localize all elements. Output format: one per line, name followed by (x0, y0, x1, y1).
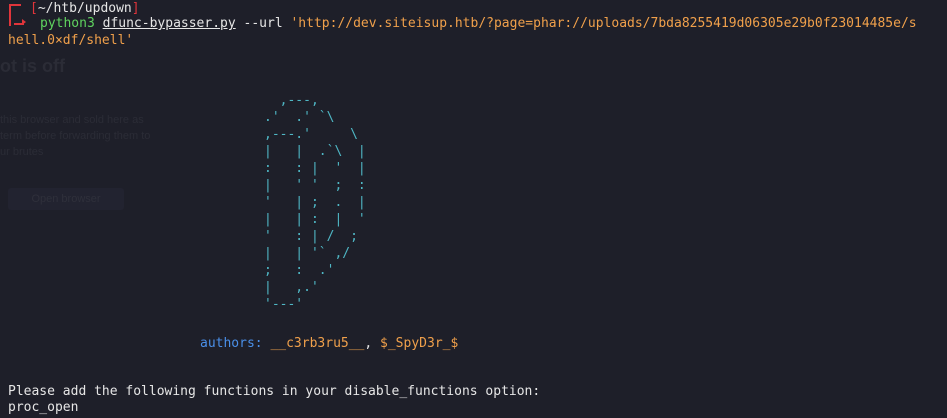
output-line-2: proc_open (8, 400, 79, 415)
author-two: $_SpyD3r_$ (380, 336, 459, 351)
author-one: __c3rb3ru5__ (270, 336, 365, 351)
prompt-path: ~/htb/updown (37, 1, 132, 16)
background-ghost-button: Open browser (8, 188, 124, 210)
ascii-art-logo: ,---, .' .' `\ ,---.' \ | | .`\ | : : | … (264, 93, 366, 312)
prompt-close-bracket: ] (131, 1, 140, 16)
prompt-arrow-icon (14, 17, 26, 25)
background-ghost-text: this browser and sold here as term before… (0, 114, 151, 158)
output-line-1: Please add the following functions in yo… (8, 384, 541, 399)
prompt-open-bracket: [ (30, 1, 38, 16)
command-line-wrap: hell.0×df/shell' (8, 32, 133, 49)
background-ghost-title: ot is off (0, 56, 65, 76)
command-script-file: dfunc-bypasser.py (102, 16, 236, 31)
authors-label: authors: (200, 336, 263, 351)
command-url-argument: 'http://dev.siteisup.htb/?page=phar://up… (290, 16, 917, 31)
command-flag: --url (243, 16, 283, 31)
command-binary: python3 (40, 16, 95, 31)
command-url-argument-continued: hell.0×df/shell' (8, 33, 134, 48)
command-line[interactable]: python3 dfunc-bypasser.py --url 'http://… (40, 15, 917, 32)
terminal-window[interactable]: ot is off this browser and sold here as t… (0, 0, 947, 418)
authors-line: authors: __c3rb3ru5__, $_SpyD3r_$ (200, 335, 458, 352)
authors-separator: , (364, 336, 381, 351)
